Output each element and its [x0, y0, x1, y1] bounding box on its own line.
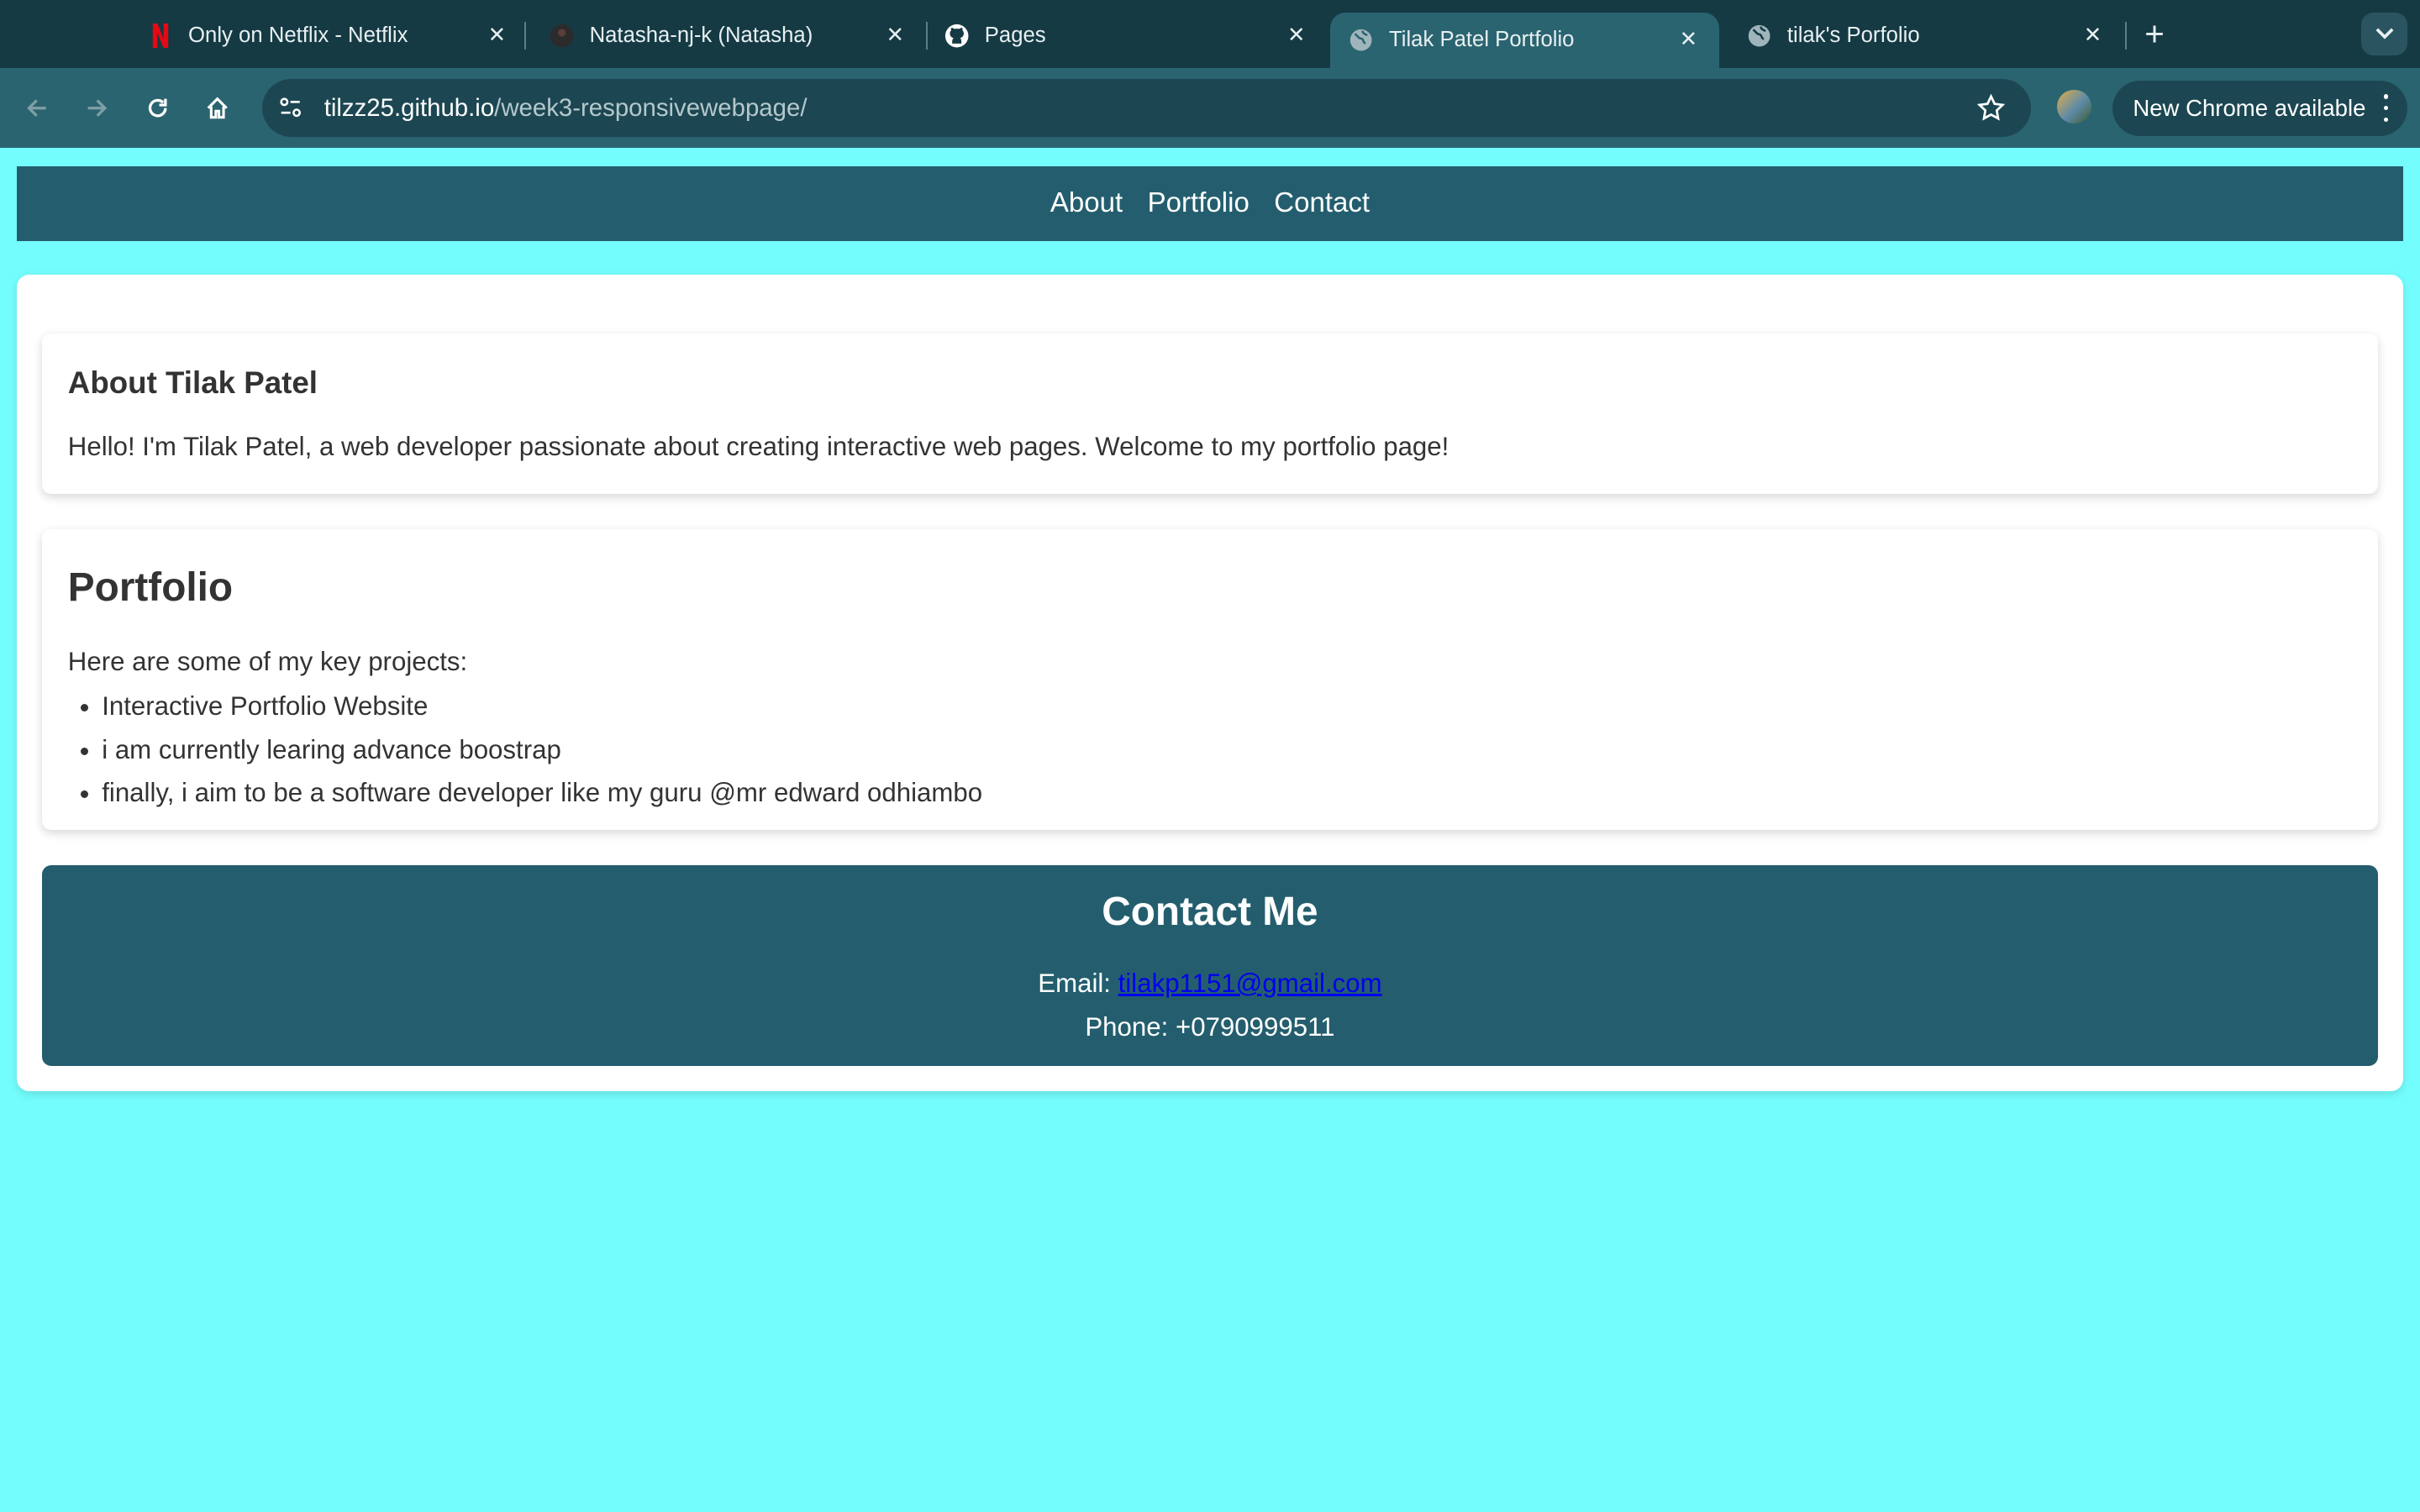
portfolio-section: Portfolio Here are some of my key projec… [41, 528, 2379, 831]
tab-title: tilak's Porfolio [1786, 23, 1920, 47]
reload-icon [148, 98, 167, 118]
tab-strip: Only on Netflix - Netflix ✕ Natasha-nj-k… [0, 0, 2420, 68]
tab-netflix[interactable]: Only on Netflix - Netflix ✕ [129, 13, 528, 59]
chevron-down-icon [2375, 28, 2394, 39]
arrow-right-icon [87, 99, 108, 117]
arrow-left-icon [27, 99, 47, 117]
email-line: Email: tilakp1151@gmail.com [42, 969, 2379, 999]
close-icon[interactable]: ✕ [1284, 24, 1308, 48]
profile-avatar[interactable] [2057, 89, 2091, 123]
globe-icon [1747, 24, 1771, 48]
tab-title: Only on Netflix - Netflix [188, 23, 408, 47]
address-bar[interactable]: tilzz25.github.io/week3-responsivewebpag… [262, 78, 2032, 138]
home-button[interactable] [199, 90, 236, 127]
tab-tilaks-porfolio[interactable]: tilak's Porfolio ✕ [1728, 13, 2123, 59]
close-icon[interactable]: ✕ [883, 24, 908, 48]
new-chrome-available-button[interactable]: New Chrome available [2112, 80, 2408, 136]
tab-title: Natasha-nj-k (Natasha) [589, 23, 813, 47]
about-text: Hello! I'm Tilak Patel, a web developer … [67, 432, 1449, 462]
update-chip-label: New Chrome available [2133, 94, 2366, 121]
about-heading: About Tilak Patel [67, 365, 318, 401]
url-text: tilzz25.github.io/week3-responsivewebpag… [324, 94, 808, 123]
site-info-icon[interactable] [275, 92, 306, 123]
nav-link-contact[interactable]: Contact [1274, 187, 1370, 219]
close-icon[interactable]: ✕ [2081, 24, 2105, 48]
contact-section: Contact Me Email: tilakp1151@gmail.com P… [41, 865, 2379, 1067]
back-button[interactable] [18, 90, 55, 127]
project-list: Interactive Portfolio Website i am curre… [68, 685, 982, 814]
tab-divider [524, 21, 527, 50]
tab-natasha[interactable]: Natasha-nj-k (Natasha) ✕ [531, 13, 926, 59]
close-icon[interactable]: ✕ [1676, 28, 1701, 52]
tab-title: Tilak Patel Portfolio [1389, 28, 1575, 52]
list-item: Interactive Portfolio Website [102, 685, 982, 727]
netflix-icon [148, 23, 172, 48]
nav-link-about[interactable]: About [1050, 187, 1123, 219]
main-container: About Tilak Patel Hello! I'm Tilak Patel… [17, 274, 2403, 1091]
new-tab-button[interactable]: + [2136, 15, 2173, 52]
url-host: tilzz25.github.io [324, 94, 495, 123]
about-section: About Tilak Patel Hello! I'm Tilak Patel… [41, 333, 2379, 494]
reload-button[interactable] [139, 90, 176, 127]
close-icon[interactable]: ✕ [485, 24, 509, 48]
list-item: finally, i aim to be a software develope… [102, 771, 982, 814]
tab-pages[interactable]: Pages ✕ [926, 13, 1328, 59]
more-vertical-icon [2383, 94, 2389, 123]
nav-link-portfolio[interactable]: Portfolio [1148, 187, 1249, 219]
bookmark-star-icon[interactable] [1975, 92, 2007, 123]
contact-heading: Contact Me [1102, 889, 1318, 934]
home-icon [207, 97, 229, 119]
url-path: /week3-responsivewebpage/ [494, 94, 808, 123]
forward-button[interactable] [79, 90, 116, 127]
globe-icon [1349, 28, 1373, 52]
github-avatar-icon [550, 24, 574, 48]
github-icon [944, 24, 969, 48]
email-label: Email: [1038, 969, 1118, 999]
site-nav: About Portfolio Contact [17, 166, 2403, 241]
phone-line: Phone: +0790999511 [1085, 1011, 1335, 1042]
tab-search-button[interactable] [2361, 12, 2408, 56]
list-item: i am currently learing advance boostrap [102, 728, 982, 771]
email-link[interactable]: tilakp1151@gmail.com [1118, 969, 1382, 998]
portfolio-intro: Here are some of my key projects: [67, 646, 468, 676]
tab-divider [2125, 21, 2127, 50]
tab-tilak-patel-portfolio[interactable]: Tilak Patel Portfolio ✕ [1330, 12, 1720, 68]
tab-title: Pages [984, 23, 1046, 47]
portfolio-heading: Portfolio [67, 565, 234, 611]
